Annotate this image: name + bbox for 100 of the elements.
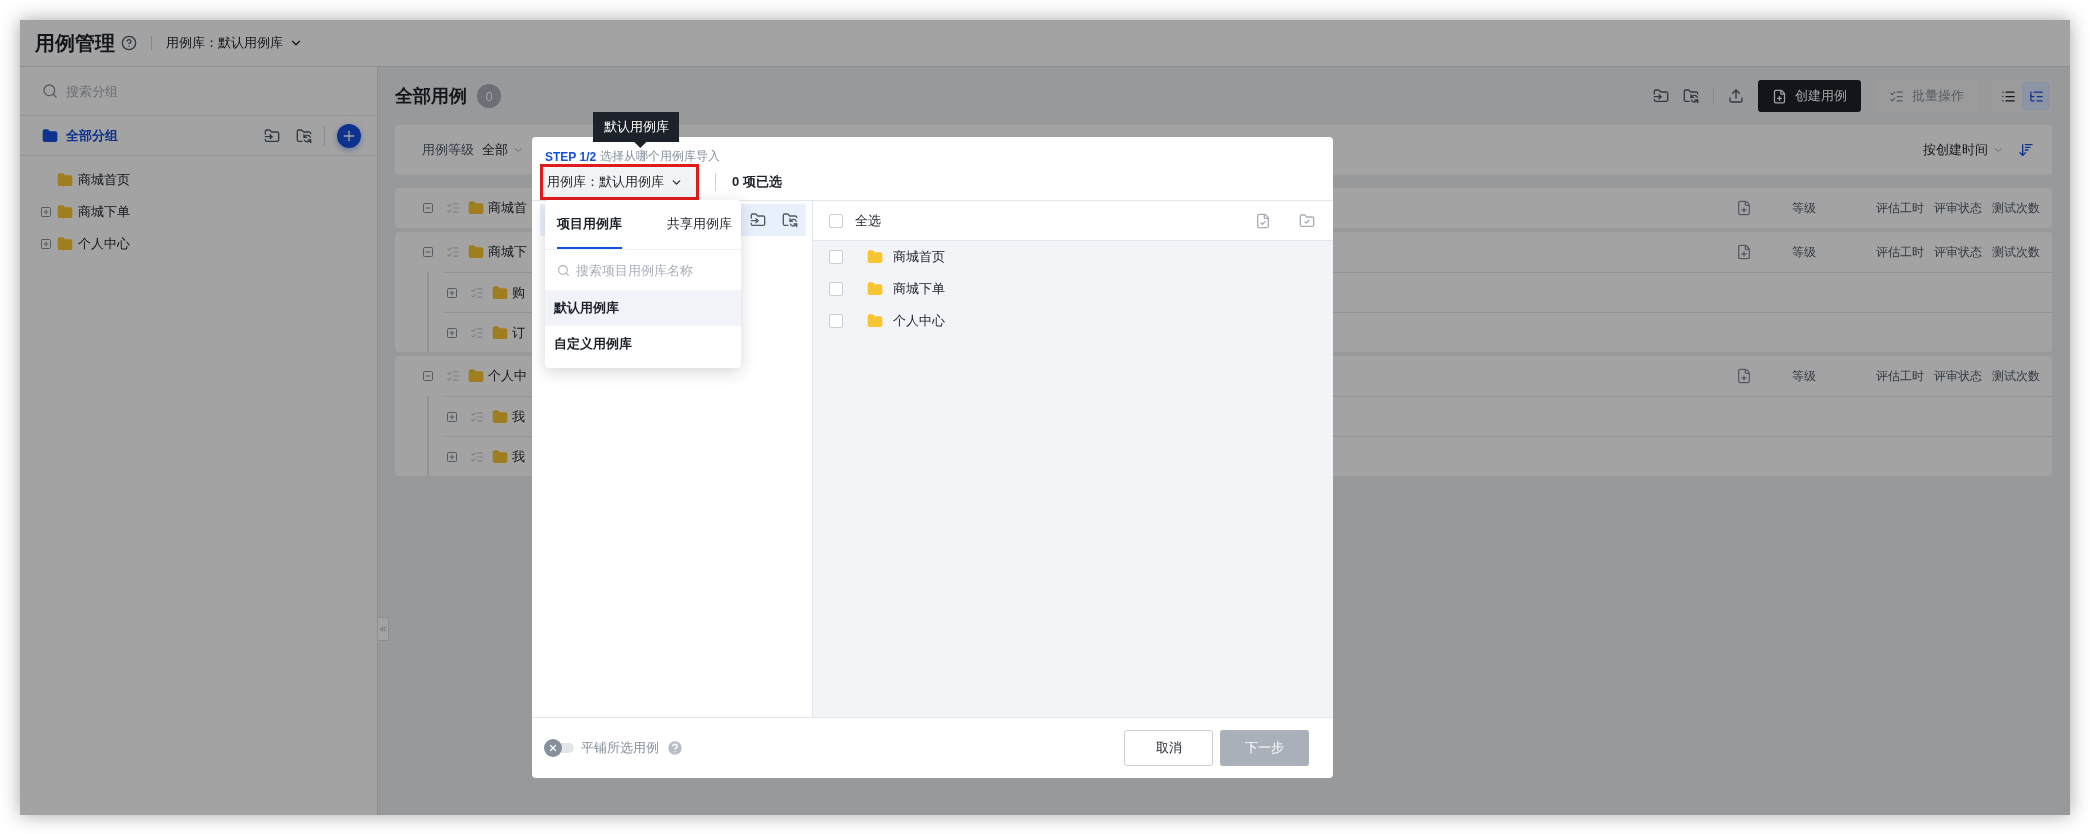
tree-item[interactable]: 个人中心 xyxy=(78,235,130,253)
group-name: 我 xyxy=(512,407,525,426)
folder-check-icon[interactable] xyxy=(1299,212,1315,229)
group-name: 购 xyxy=(512,283,525,302)
column-header: 测试次数 xyxy=(1992,243,2040,261)
expand-icon[interactable] xyxy=(446,450,458,463)
checklist-icon xyxy=(470,285,484,300)
search-field[interactable]: 搜索项目用例库名称 xyxy=(576,262,726,278)
checkbox[interactable] xyxy=(829,213,843,228)
folder-icon xyxy=(867,281,883,297)
checkbox[interactable] xyxy=(829,314,843,328)
chevrons-left-icon xyxy=(378,624,388,634)
group-name: 个人中心 xyxy=(893,312,945,330)
checklist-icon xyxy=(1889,88,1904,104)
cancel-button[interactable]: 取消 xyxy=(1124,730,1213,766)
sort-dropdown[interactable]: 按创建时间 xyxy=(1923,141,2004,159)
folder-icon xyxy=(867,249,883,265)
tab[interactable]: 共享用例库 xyxy=(667,200,732,249)
column-header: 等级 xyxy=(1792,199,1816,217)
folder-icon xyxy=(57,204,73,220)
folder-arrow-icon[interactable] xyxy=(1653,88,1669,104)
tree-list-icon xyxy=(2028,88,2044,104)
toggle-label: 平铺所选用例 xyxy=(581,739,659,757)
folder-icon xyxy=(468,200,484,216)
folder-icon xyxy=(57,236,73,252)
folder-arrow-icon[interactable] xyxy=(264,127,280,144)
collapse-icon[interactable] xyxy=(422,246,434,258)
folder-sync-icon[interactable] xyxy=(296,127,312,144)
sort-icon[interactable] xyxy=(2018,142,2034,158)
folder-icon xyxy=(492,284,508,301)
all-groups-item[interactable]: 全部分组 xyxy=(66,126,118,145)
file-plus-icon[interactable] xyxy=(1736,368,1752,384)
file-plus-icon xyxy=(1772,88,1787,104)
create-button[interactable]: 创建用例 xyxy=(1758,80,1861,112)
tree-item[interactable]: 商城首页 xyxy=(78,171,130,189)
column-header: 评估工时 xyxy=(1876,199,1924,217)
column-header: 评审状态 xyxy=(1934,367,1982,385)
collapse-icon[interactable] xyxy=(422,370,434,382)
folder-sync-icon[interactable] xyxy=(782,212,798,228)
group-name: 个人中 xyxy=(488,367,527,385)
column-header: 评估工时 xyxy=(1876,367,1924,385)
search-icon xyxy=(42,83,58,99)
upload-icon[interactable] xyxy=(1728,88,1744,104)
dropdown-item[interactable]: 自定义用例库 xyxy=(545,326,741,362)
column-header: 测试次数 xyxy=(1992,199,2040,217)
group-name: 商城首 xyxy=(488,199,527,217)
folder-icon xyxy=(57,172,73,188)
search-icon xyxy=(557,263,570,277)
expand-icon[interactable] xyxy=(40,238,52,250)
step-label: STEP 1/2 xyxy=(545,149,597,164)
file-plus-icon[interactable] xyxy=(1736,244,1752,260)
tab[interactable]: 项目用例库 xyxy=(557,200,622,249)
expand-icon[interactable] xyxy=(446,286,458,299)
group-name: 订 xyxy=(512,323,525,342)
column-header: 评审状态 xyxy=(1934,243,1982,261)
collapse-icon[interactable] xyxy=(422,202,434,214)
column-header: 测试次数 xyxy=(1992,367,2040,385)
group-name: 商城下 xyxy=(488,243,527,261)
folder-icon xyxy=(42,127,58,144)
file-plus-icon[interactable] xyxy=(1736,200,1752,216)
tree-view-button[interactable] xyxy=(2022,82,2050,110)
help-icon xyxy=(121,35,137,51)
expand-icon[interactable] xyxy=(446,410,458,423)
section-title: 全部用例 xyxy=(395,85,467,108)
selected-count: 0 项已选 xyxy=(732,173,782,191)
folder-icon xyxy=(492,448,508,465)
folder-icon xyxy=(468,244,484,260)
file-check-icon[interactable] xyxy=(1255,212,1271,229)
folder-arrow-icon[interactable] xyxy=(750,212,766,228)
level-dropdown[interactable]: 全部 xyxy=(482,141,524,159)
folder-icon xyxy=(867,313,883,329)
step-hint: 选择从哪个用例库导入 xyxy=(600,148,721,165)
checkbox[interactable] xyxy=(829,250,843,264)
tree-item[interactable]: 商城下单 xyxy=(78,203,130,221)
column-header: 评审状态 xyxy=(1934,199,1982,217)
column-header: 等级 xyxy=(1792,367,1816,385)
checklist-icon xyxy=(470,449,484,464)
column-header: 评估工时 xyxy=(1876,243,1924,261)
dropdown-item[interactable]: 默认用例库 xyxy=(545,290,741,326)
add-group-button[interactable] xyxy=(337,123,361,148)
group-name: 我 xyxy=(512,447,525,466)
list-icon xyxy=(2000,88,2016,104)
checkbox[interactable] xyxy=(829,282,843,296)
column-header: 等级 xyxy=(1792,243,1816,261)
expand-icon[interactable] xyxy=(446,326,458,339)
checklist-icon xyxy=(470,409,484,424)
collapse-handle[interactable] xyxy=(377,617,389,641)
expand-icon[interactable] xyxy=(40,206,52,218)
folder-icon xyxy=(468,368,484,384)
select-all-label: 全选 xyxy=(855,211,881,230)
library-switcher[interactable]: 用例库：默认用例库 xyxy=(166,34,303,52)
tooltip: 默认用例库 xyxy=(593,112,679,148)
checklist-icon xyxy=(446,245,460,259)
library-select[interactable]: 用例库：默认用例库 xyxy=(540,164,699,200)
checklist-icon xyxy=(446,201,460,215)
filter-label: 用例等级 xyxy=(422,141,474,159)
folder-sync-icon[interactable] xyxy=(1683,88,1699,104)
toggle-switch[interactable] xyxy=(544,739,574,757)
page-title: 用例管理 xyxy=(35,30,115,56)
folder-icon xyxy=(492,324,508,341)
